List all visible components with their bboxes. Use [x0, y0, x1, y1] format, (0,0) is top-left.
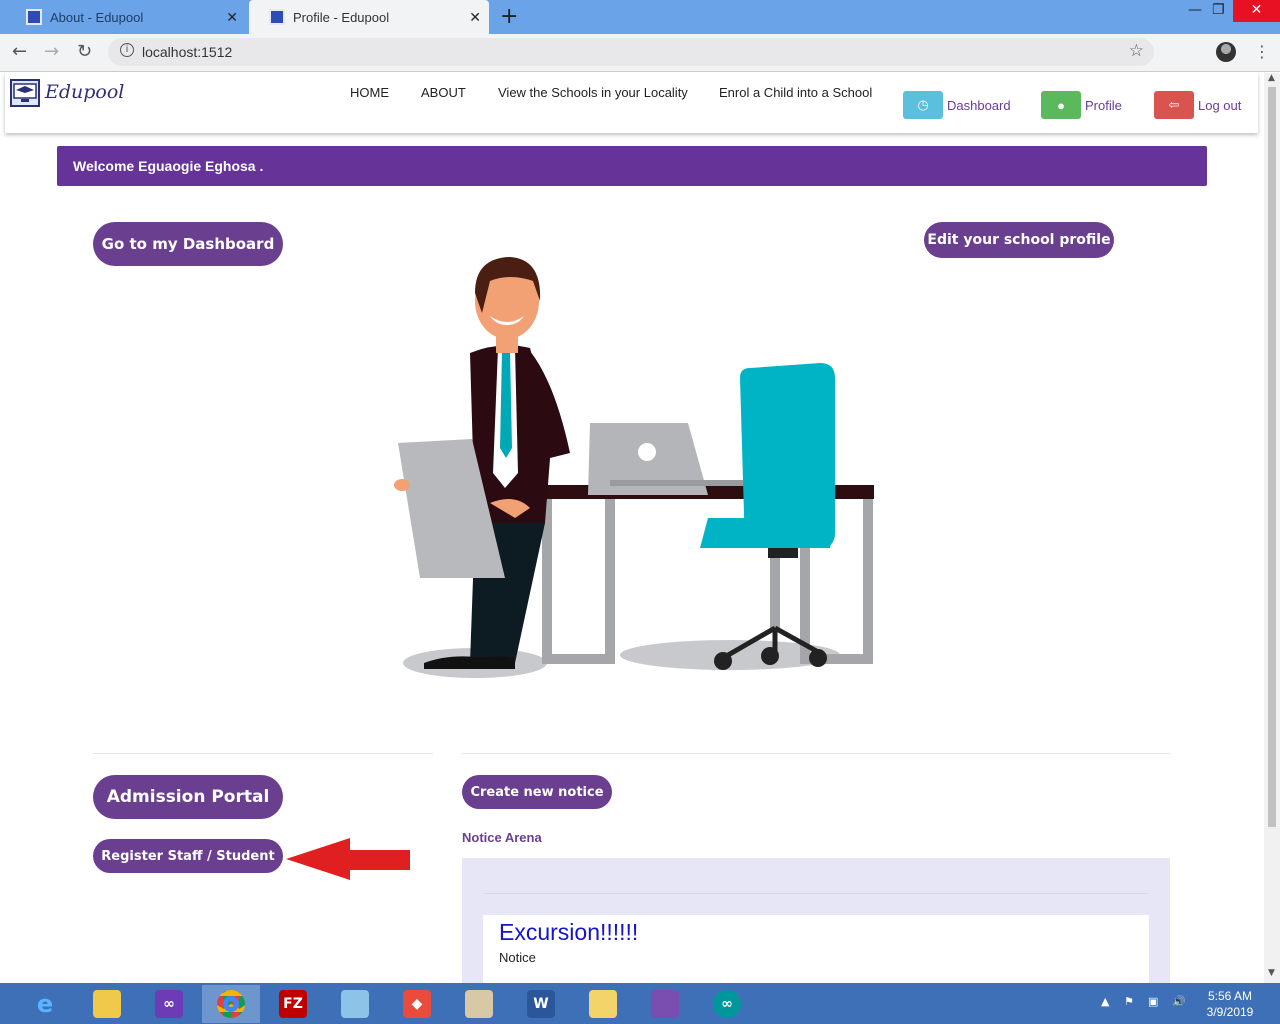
taskbar-clock[interactable]: 5:56 AM 3/9/2019 [1200, 988, 1260, 1020]
left-divider [93, 753, 433, 754]
minimize-icon[interactable]: — [1188, 2, 1202, 18]
address-bar[interactable]: i localhost:1512 ☆ [108, 38, 1154, 66]
user-name: Eguaogie Eghosa [138, 158, 256, 174]
close-tab-icon[interactable]: ✕ [469, 9, 481, 26]
notepad-icon[interactable] [326, 985, 384, 1023]
edupool-logo-icon[interactable] [10, 79, 40, 107]
word-icon[interactable]: W [512, 985, 570, 1023]
office-illustration [394, 257, 874, 678]
nav-profile-button[interactable]: ● Profile [1041, 91, 1122, 119]
bookmark-star-icon[interactable]: ☆ [1129, 41, 1144, 61]
nav-about-link[interactable]: ABOUT [421, 85, 466, 100]
notice-body: Notice [499, 950, 536, 965]
edit-school-profile-button[interactable]: Edit your school profile [924, 222, 1114, 258]
notice-divider [484, 893, 1148, 894]
media-app-icon[interactable] [636, 985, 694, 1023]
file-explorer-icon[interactable] [78, 985, 136, 1023]
right-divider [462, 753, 1170, 754]
network-icon[interactable]: ▣ [1148, 995, 1158, 1008]
tab-title: About - Edupool [50, 9, 144, 25]
git-app-icon[interactable]: ◆ [388, 985, 446, 1023]
window-close-icon[interactable]: ✕ [1233, 0, 1280, 22]
new-tab-icon[interactable]: + [500, 4, 518, 29]
tab-title: Profile - Edupool [293, 9, 390, 25]
filezilla-icon[interactable]: FZ [264, 985, 322, 1023]
notice-arena-label: Notice Arena [462, 830, 542, 845]
show-hidden-icons-icon[interactable]: ▲ [1101, 995, 1109, 1008]
notice-arena: Excursion!!!!!! Notice [462, 858, 1170, 983]
site-info-icon[interactable]: i [120, 43, 134, 57]
browser-menu-icon[interactable]: ⋮ [1254, 42, 1270, 61]
reload-icon[interactable]: ↻ [77, 41, 92, 62]
scroll-down-icon[interactable]: ▼ [1268, 968, 1275, 978]
browser-toolbar: ← → ↻ i localhost:1512 ☆ ⋮ [0, 34, 1280, 72]
admission-portal-button[interactable]: Admission Portal [93, 775, 283, 819]
logout-icon: ⇦ [1154, 91, 1194, 119]
browser-tab-strip: About - Edupool ✕ Profile - Edupool ✕ + … [0, 0, 1280, 34]
clock-date: 3/9/2019 [1206, 1005, 1254, 1019]
notice-title: Excursion!!!!!! [499, 919, 639, 945]
action-center-flag-icon[interactable]: ⚑ [1124, 995, 1134, 1008]
forward-arrow-icon[interactable]: → [44, 41, 59, 62]
site-navbar: Edupool HOME ABOUT View the Schools in y… [5, 73, 1258, 133]
create-notice-button[interactable]: Create new notice [462, 775, 612, 809]
nav-dashboard-button[interactable]: ◷ Dashboard [903, 91, 1011, 119]
scroll-up-icon[interactable]: ▲ [1268, 73, 1275, 83]
register-staff-student-button[interactable]: Register Staff / Student [93, 839, 283, 873]
nav-schools-link[interactable]: View the Schools in your Locality [498, 85, 688, 100]
logout-label: Log out [1198, 97, 1242, 113]
clock-time: 5:56 AM [1207, 989, 1253, 1003]
back-arrow-icon[interactable]: ← [12, 41, 27, 62]
url-text: localhost:1512 [142, 44, 233, 60]
profile-label: Profile [1085, 97, 1122, 113]
welcome-suffix: . [255, 158, 264, 174]
chrome-icon[interactable] [202, 985, 260, 1023]
brand-logo-text[interactable]: Edupool [45, 81, 124, 103]
edupool-favicon-icon [26, 9, 42, 25]
welcome-banner: Welcome Eguaogie Eghosa . [57, 146, 1207, 186]
browser-tab-about[interactable]: About - Edupool ✕ [6, 0, 246, 34]
restore-icon[interactable]: ❐ [1212, 2, 1225, 18]
page-scrollbar[interactable]: ▲ ▼ [1264, 73, 1280, 983]
profile-avatar-icon[interactable] [1216, 42, 1236, 62]
internet-explorer-icon[interactable]: e [16, 985, 74, 1023]
volume-icon[interactable]: 🔊 [1172, 995, 1186, 1008]
notice-card[interactable]: Excursion!!!!!! Notice [483, 915, 1149, 983]
welcome-prefix: Welcome [73, 158, 139, 174]
nav-home-link[interactable]: HOME [350, 85, 389, 100]
dashboard-label: Dashboard [947, 97, 1011, 113]
edupool-favicon-icon [269, 9, 285, 25]
page-content: Edupool HOME ABOUT View the Schools in y… [0, 73, 1264, 983]
user-icon: ● [1041, 91, 1081, 119]
windows-taskbar: e ∞ FZ ◆ W ∞ ▲ ⚑ ▣ 🔊 5:56 AM 3/9/2019 [0, 983, 1280, 1024]
nav-enrol-link[interactable]: Enrol a Child into a School [719, 85, 872, 100]
outlook-icon[interactable] [574, 985, 632, 1023]
arduino-icon[interactable]: ∞ [698, 985, 756, 1023]
dashboard-icon: ◷ [903, 91, 943, 119]
nav-logout-button[interactable]: ⇦ Log out [1154, 91, 1241, 119]
paint-icon[interactable] [450, 985, 508, 1023]
go-to-dashboard-button[interactable]: Go to my Dashboard [93, 222, 283, 266]
red-arrow-annotation-icon [286, 838, 410, 880]
browser-tab-profile[interactable]: Profile - Edupool ✕ [249, 0, 489, 34]
visual-studio-icon[interactable]: ∞ [140, 985, 198, 1023]
scroll-thumb[interactable] [1268, 87, 1276, 827]
close-tab-icon[interactable]: ✕ [226, 9, 238, 26]
